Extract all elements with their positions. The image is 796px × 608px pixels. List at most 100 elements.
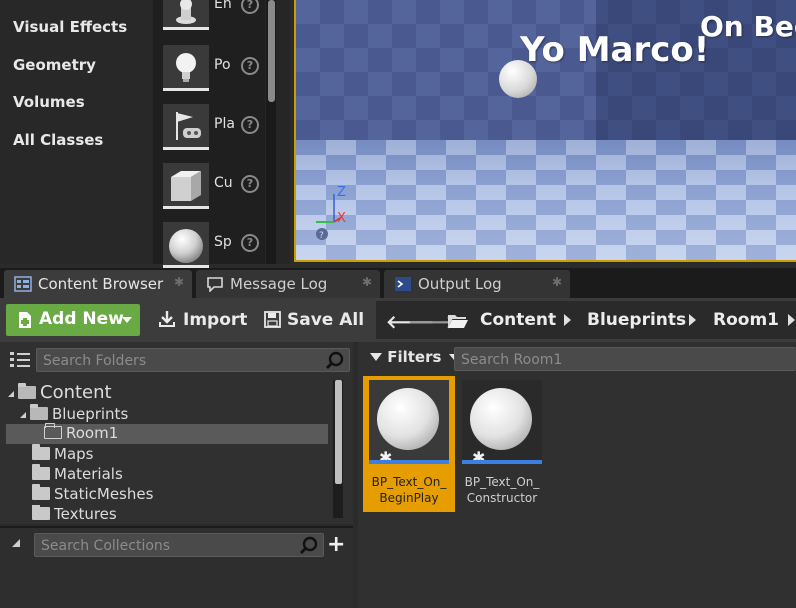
place-actors-panel: Visual Effects Geometry Volumes All Clas… xyxy=(0,0,290,268)
sources-panel-toggle-icon[interactable] xyxy=(10,350,32,370)
folder-icon xyxy=(32,464,50,480)
actor-label: Po xyxy=(214,57,231,73)
category-visual-effects[interactable]: Visual Effects xyxy=(13,18,127,36)
asset-tile-bp-text-on-beginplay[interactable]: ✱ BP_Text_On_ BeginPlay xyxy=(363,376,455,512)
actor-list-scrollbar-thumb[interactable] xyxy=(268,0,275,102)
folder-icon xyxy=(18,383,36,399)
cube-icon xyxy=(163,163,209,209)
tree-item-label: Content xyxy=(40,382,112,403)
expand-arrow-icon[interactable] xyxy=(20,412,26,418)
point-light-icon xyxy=(163,45,209,91)
tab-message-log[interactable]: Message Log ✱ xyxy=(196,270,380,298)
folder-open-icon xyxy=(447,313,469,329)
search-icon[interactable] xyxy=(299,536,319,556)
breadcrumb-blueprints[interactable]: Blueprints xyxy=(587,310,686,330)
tree-item-textures[interactable]: Textures xyxy=(32,505,117,522)
expand-arrow-icon[interactable] xyxy=(8,391,14,397)
tab-output-log[interactable]: Output Log ✱ xyxy=(384,270,570,298)
add-new-label: Add New xyxy=(39,309,124,329)
level-viewport[interactable]: Yo Marco! On Beg ? Z X xyxy=(294,0,796,262)
asset-thumbnail: ✱ xyxy=(462,380,542,467)
axis-z-label: Z xyxy=(337,185,346,200)
asset-type-bar xyxy=(369,460,449,464)
tree-item-materials[interactable]: Materials xyxy=(32,464,123,485)
breadcrumb-separator-icon[interactable] xyxy=(689,314,696,326)
collapse-arrow-icon[interactable] xyxy=(12,539,20,547)
add-file-icon xyxy=(16,311,34,329)
folder-icon xyxy=(44,423,62,439)
chevron-down-icon xyxy=(122,317,132,323)
floor-tiles xyxy=(296,140,796,260)
tree-item-staticmeshes[interactable]: StaticMeshes xyxy=(32,484,154,505)
search-assets-field[interactable] xyxy=(454,347,796,371)
category-all-classes[interactable]: All Classes xyxy=(13,131,103,149)
path-bar: 🡐 🡒 Content Blueprints Room1 xyxy=(376,301,796,339)
tree-item-room1[interactable]: Room1 xyxy=(6,423,328,444)
panel-tab-bar: Content Browser ✱ Message Log ✱ Output L… xyxy=(0,268,796,298)
actor-item[interactable]: Cu ? xyxy=(153,163,265,221)
tree-item-label: Blueprints xyxy=(52,405,129,423)
viewport-text-on-begin: On Beg xyxy=(700,10,796,43)
import-icon[interactable] xyxy=(158,310,176,328)
breadcrumb-content[interactable]: Content xyxy=(480,310,556,330)
axis-gizmo: ? Z X xyxy=(304,185,364,248)
tree-item-label: Room1 xyxy=(66,424,119,442)
filters-label: Filters xyxy=(387,348,442,366)
tree-item-maps[interactable]: Maps xyxy=(32,444,93,465)
help-icon[interactable]: ? xyxy=(241,116,259,134)
help-icon[interactable]: ? xyxy=(241,57,259,75)
import-button[interactable]: Import xyxy=(183,310,247,330)
close-icon[interactable]: ✱ xyxy=(552,275,562,289)
tab-content-browser[interactable]: Content Browser ✱ xyxy=(4,270,192,298)
asset-thumbnail: ✱ xyxy=(369,380,449,467)
save-all-button[interactable]: Save All xyxy=(287,310,364,330)
save-icon[interactable] xyxy=(264,311,281,328)
svg-text:?: ? xyxy=(319,231,324,241)
content-browser-icon xyxy=(14,276,32,292)
search-icon[interactable] xyxy=(325,351,345,371)
add-new-button[interactable]: Add New xyxy=(6,304,140,336)
tree-item-blueprints[interactable]: Blueprints xyxy=(20,404,129,425)
blueprint-asterisk-icon: ✱ xyxy=(379,448,393,467)
folder-tree-scrollbar-thumb[interactable] xyxy=(335,380,342,484)
search-assets-input[interactable] xyxy=(461,350,768,370)
asset-name: BP_Text_On_ BeginPlay xyxy=(371,475,447,505)
breadcrumb-separator-icon[interactable] xyxy=(788,314,795,326)
content-browser-toolbar: Add New Import Save All 🡐 🡒 Content Blue… xyxy=(0,298,796,342)
search-collections-field[interactable] xyxy=(34,533,324,557)
tree-item-label: Materials xyxy=(54,465,123,483)
help-icon[interactable]: ? xyxy=(241,0,259,14)
tab-label: Message Log xyxy=(230,275,328,293)
tree-item-content[interactable]: Content xyxy=(8,382,112,403)
help-icon[interactable]: ? xyxy=(241,175,259,193)
asset-tile-bp-text-on-constructor[interactable]: ✱ BP_Text_On_ Constructor xyxy=(456,376,548,512)
sphere-icon xyxy=(163,222,209,268)
close-icon[interactable]: ✱ xyxy=(362,275,372,289)
actor-item[interactable]: Pla ? xyxy=(153,104,265,162)
breadcrumb-room1[interactable]: Room1 xyxy=(713,310,779,330)
message-log-icon xyxy=(206,276,224,293)
search-collections-input[interactable] xyxy=(41,536,295,556)
search-folders-input[interactable] xyxy=(43,351,321,371)
tab-label: Output Log xyxy=(418,275,502,293)
add-collection-icon[interactable]: + xyxy=(327,534,345,556)
category-volumes[interactable]: Volumes xyxy=(13,93,85,111)
viewport-text-yo-marco: Yo Marco! xyxy=(520,30,710,70)
actor-item[interactable]: En ? xyxy=(153,0,265,42)
category-geometry[interactable]: Geometry xyxy=(13,56,96,74)
close-icon[interactable]: ✱ xyxy=(174,275,184,289)
help-icon[interactable]: ? xyxy=(241,234,259,252)
breadcrumb-separator-icon[interactable] xyxy=(564,314,571,326)
filters-button[interactable]: Filters xyxy=(370,348,459,370)
actor-label: En xyxy=(214,0,232,12)
sphere-icon xyxy=(377,388,439,450)
folder-icon xyxy=(32,444,50,460)
tab-label: Content Browser xyxy=(38,275,164,293)
tree-item-label: StaticMeshes xyxy=(54,485,154,503)
asset-view-pane: Filters ✱ BP_Text_On_ BeginPlay ✱ BP_Tex… xyxy=(358,342,796,608)
search-folders-field[interactable] xyxy=(36,348,350,372)
output-log-icon xyxy=(394,276,412,292)
asset-name: BP_Text_On_ Constructor xyxy=(464,475,540,505)
player-start-icon xyxy=(163,104,209,150)
actor-item[interactable]: Po ? xyxy=(153,45,265,103)
